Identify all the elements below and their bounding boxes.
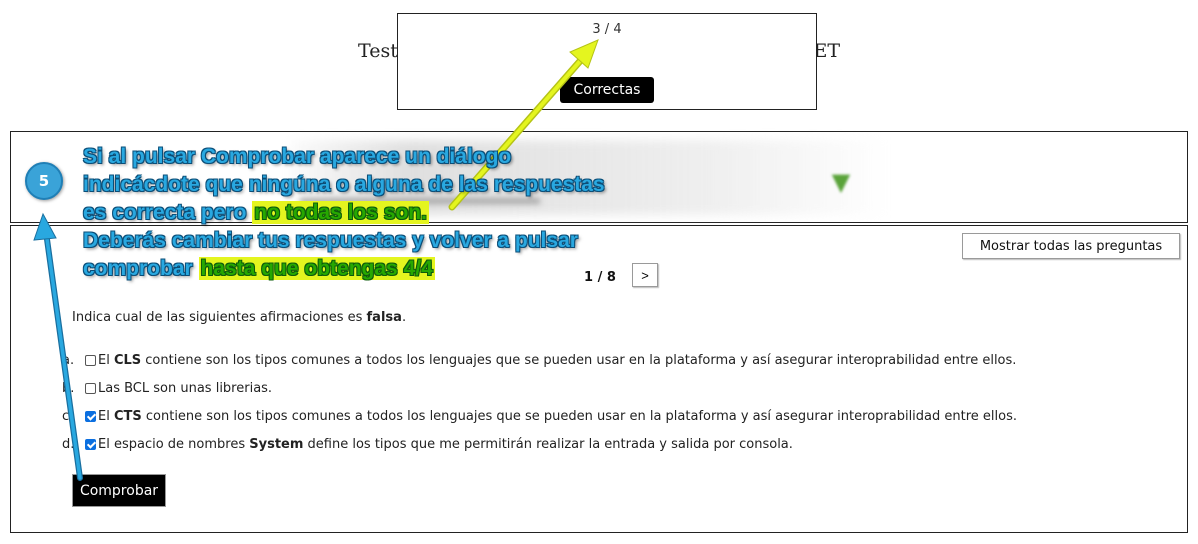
tip-line-3-pre: es correcta pero (83, 201, 253, 224)
option-letter: b. (62, 380, 75, 396)
tip-line-2: indicácdote que ningúna o alguna de las … (83, 173, 605, 196)
option-a-checkbox[interactable] (85, 354, 96, 366)
step-number-badge: 5 (25, 162, 63, 200)
option-text-bold: System (249, 436, 304, 452)
correct-dialog-button[interactable]: Correctas (560, 77, 654, 103)
blurred-logo-icon: ▼ (831, 168, 851, 196)
option-text-pre: El espacio de nombres (98, 436, 250, 452)
result-dialog: 3 / 4 Correctas (397, 13, 817, 110)
question-text-start: Indica cual de las siguientes afirmacion… (72, 310, 367, 325)
option-letter: d. (62, 436, 75, 452)
tip-line-4: Deberás cambiar tus respuestas y volver … (83, 229, 578, 252)
option-text-post: contiene son los tipos comunes a todos l… (141, 352, 1017, 368)
tutorial-tip: Si al pulsar Comprobar aparece un diálog… (83, 143, 703, 283)
option-text-pre: El (98, 352, 110, 368)
tip-line-3: es correcta pero no todas los son. (83, 199, 703, 227)
option-d-checkbox[interactable] (85, 438, 96, 450)
page-title-end: ET (813, 40, 840, 62)
option-text-post: contiene son los tipos comunes a todos l… (141, 408, 1018, 424)
tip-line-1: Si al pulsar Comprobar aparece un diálog… (83, 145, 512, 168)
show-all-questions-button[interactable]: Mostrar todas las preguntas (962, 233, 1180, 259)
question-text-end: . (401, 310, 407, 325)
option-text-pre: El (98, 408, 114, 424)
tip-line-5-pre: comprobar (83, 257, 199, 280)
option-text-pre: Las BCL son unas librerias. (98, 380, 273, 396)
page-title-start: Test (358, 40, 398, 62)
option-letter: a. (62, 352, 75, 368)
check-button[interactable]: Comprobar (72, 474, 166, 507)
option-text-bold: CLS (113, 352, 142, 368)
option-d[interactable]: d. El espacio de nombres System define l… (62, 434, 793, 454)
option-b[interactable]: b. Las BCL son unas librerias. (62, 378, 272, 398)
option-c[interactable]: c. El CTS contiene son los tipos comunes… (62, 406, 1017, 426)
option-text-bold: CTS (113, 408, 142, 424)
tip-line-3-highlight: no todas los son. (252, 201, 429, 224)
option-c-checkbox[interactable] (85, 410, 96, 422)
question-text: Indica cual de las siguientes afirmacion… (72, 310, 406, 325)
option-letter: c. (62, 408, 74, 424)
result-score: 3 / 4 (592, 22, 622, 37)
tip-line-5-highlight: hasta que obtengas 4/4 (198, 257, 435, 280)
tip-line-5: comprobar hasta que obtengas 4/4 (83, 255, 703, 283)
option-a[interactable]: a. El CLS contiene son los tipos comunes… (62, 350, 1016, 370)
option-b-checkbox[interactable] (85, 382, 96, 394)
question-text-bold: falsa (366, 310, 402, 325)
option-text-post: define los tipos que me permitirán reali… (303, 436, 793, 452)
